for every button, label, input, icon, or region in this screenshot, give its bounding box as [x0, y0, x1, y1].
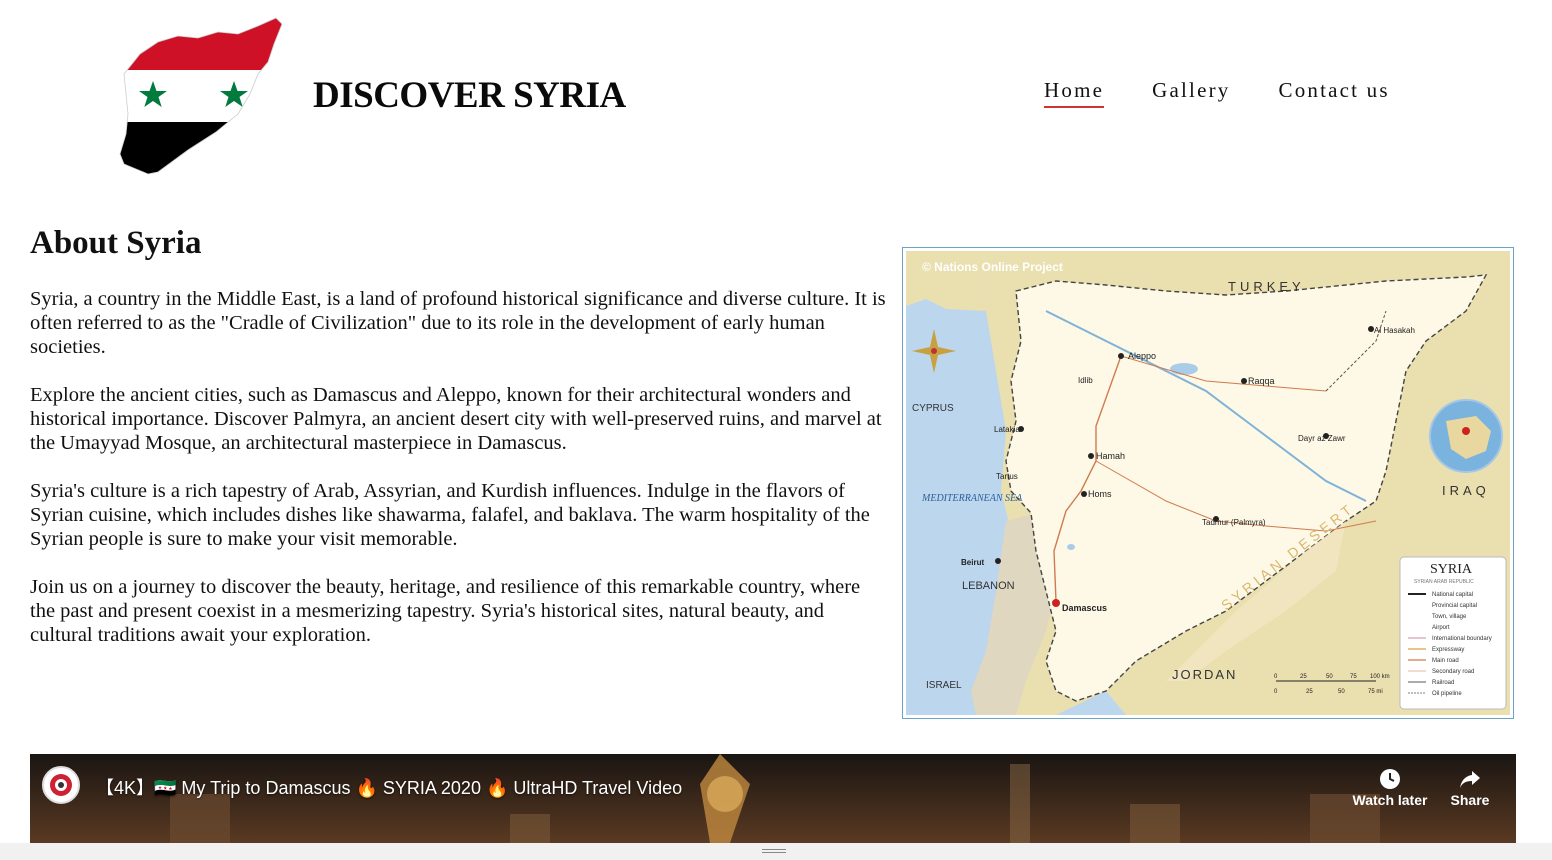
syria-map: © Nations Online Project TURKEY IRAQ JOR…	[906, 251, 1510, 715]
map-city-hamah: Hamah	[1096, 451, 1125, 461]
map-label-iraq: IRAQ	[1442, 483, 1490, 498]
legend-item: Main road	[1432, 658, 1459, 664]
watch-later-label: Watch later	[1352, 792, 1428, 808]
legend-item: Secondary road	[1432, 669, 1474, 675]
about-heading: About Syria	[30, 225, 202, 261]
legend-item: Expressway	[1432, 647, 1464, 653]
map-label-cyprus: CYPRUS	[912, 403, 954, 414]
site-brand-title[interactable]: DISCOVER SYRIA	[313, 74, 626, 117]
globe-inset-icon	[1429, 399, 1503, 473]
page: DISCOVER SYRIA Home Gallery Contact us A…	[0, 0, 1552, 860]
about-paragraph-4: Join us on a journey to discover the bea…	[30, 576, 861, 646]
map-label-lebanon: LEBANON	[962, 580, 1015, 592]
syria-map-image: © Nations Online Project TURKEY IRAQ JOR…	[902, 247, 1514, 719]
video-title[interactable]: 【4K】🇸🇾 My Trip to Damascus 🔥 SYRIA 2020 …	[96, 774, 682, 800]
scale-mi-label: 50	[1338, 689, 1345, 695]
watch-later-button[interactable]: Watch later	[1350, 766, 1430, 808]
channel-avatar[interactable]	[42, 766, 80, 804]
about-paragraph-1: Syria, a country in the Middle East, is …	[30, 288, 886, 358]
legend-item: Oil pipeline	[1432, 691, 1462, 697]
share-button[interactable]: Share	[1430, 766, 1510, 808]
map-city-deir: Dayr az Zawr	[1298, 434, 1346, 443]
scale-km-label: 25	[1300, 674, 1307, 680]
map-legend: SYRIA SYRIAN ARAB REPUBLIC National capi…	[1399, 556, 1507, 710]
scale-km-label: 50	[1326, 674, 1333, 680]
map-city-hasakah: Al Hasakah	[1374, 326, 1415, 335]
nav-contact-us[interactable]: Contact us	[1279, 78, 1390, 108]
syria-flag-map-logo[interactable]	[118, 14, 283, 176]
legend-subtitle: SYRIAN ARAB REPUBLIC	[1414, 579, 1474, 585]
about-text: Syria, a country in the Middle East, is …	[30, 287, 890, 671]
map-city-latakia: Latakia	[994, 425, 1020, 434]
site-header: DISCOVER SYRIA Home Gallery Contact us	[0, 0, 1552, 200]
legend-item: Town, village	[1432, 614, 1467, 620]
map-city-beirut: Beirut	[961, 558, 984, 567]
scale-mi-label: 25	[1306, 689, 1313, 695]
youtube-video-embed[interactable]: 【4K】🇸🇾 My Trip to Damascus 🔥 SYRIA 2020 …	[30, 754, 1516, 843]
share-label: Share	[1450, 792, 1490, 808]
about-paragraph-2: Explore the ancient cities, such as Dama…	[30, 384, 882, 454]
map-label-turkey: TURKEY	[1228, 279, 1305, 294]
share-arrow-icon	[1430, 766, 1510, 792]
map-label-israel: ISRAEL	[926, 680, 962, 691]
legend-item: Railroad	[1432, 680, 1454, 686]
map-credit: © Nations Online Project	[922, 260, 1063, 274]
map-city-tartus: Tartus	[996, 472, 1018, 481]
map-city-damascus: Damascus	[1062, 603, 1107, 613]
nav-home[interactable]: Home	[1044, 78, 1105, 108]
map-city-homs: Homs	[1088, 489, 1112, 499]
scale-km-label: 75	[1350, 674, 1357, 680]
legend-item: National capital	[1432, 592, 1473, 598]
map-city-palmyra: Tadmur (Palmyra)	[1202, 518, 1266, 527]
legend-title: SYRIA	[1430, 562, 1473, 577]
about-paragraph-3: Syria's culture is a rich tapestry of Ar…	[30, 480, 870, 550]
map-label-jordan: JORDAN	[1172, 667, 1237, 682]
map-city-aleppo: Aleppo	[1128, 351, 1156, 361]
map-city-raqqa: Raqqa	[1248, 376, 1275, 386]
resize-grip-icon[interactable]	[762, 849, 786, 855]
legend-item: International boundary	[1432, 636, 1492, 642]
main-nav: Home Gallery Contact us	[1044, 78, 1390, 108]
scale-km-label: 100 km	[1370, 674, 1390, 680]
clock-icon	[1350, 766, 1430, 792]
map-label-sea: MEDITERRANEAN SEA	[921, 493, 1023, 504]
map-city-idlib: Idlib	[1078, 376, 1093, 385]
legend-item: Airport	[1432, 625, 1450, 631]
bottom-scroll-bar[interactable]	[0, 843, 1552, 860]
nav-gallery[interactable]: Gallery	[1152, 78, 1230, 108]
legend-item: Provincial capital	[1432, 603, 1477, 609]
scale-mi-label: 75 mi	[1368, 689, 1383, 695]
